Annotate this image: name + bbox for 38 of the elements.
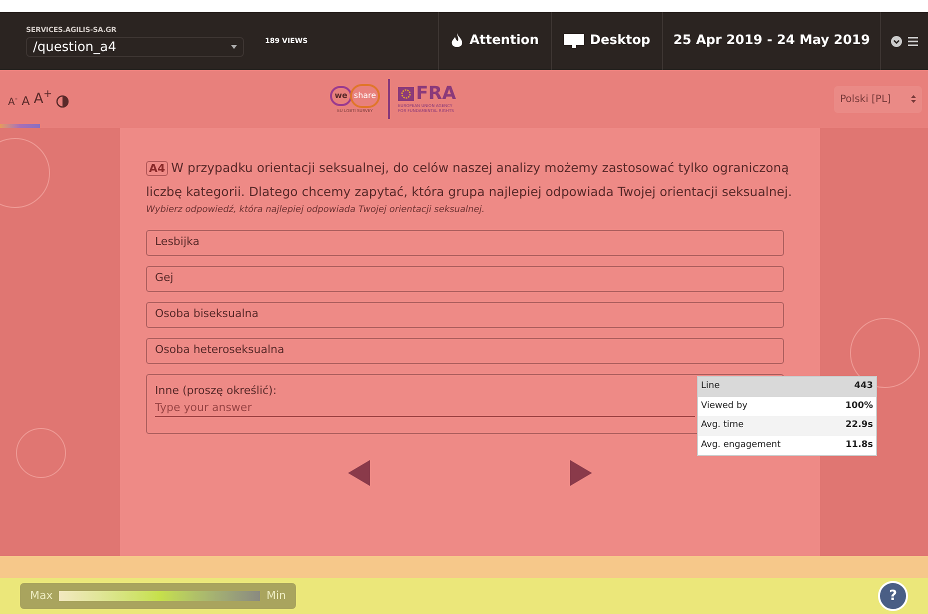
menu-icon[interactable] <box>908 36 918 46</box>
stat-value: 22.9s <box>845 419 873 432</box>
stat-label: Line <box>701 380 720 393</box>
logo-we: we <box>330 86 352 106</box>
eu-flag-icon <box>398 87 414 101</box>
stat-label: Viewed by <box>701 400 748 412</box>
answer-option[interactable]: Osoba heteroseksualna <box>146 338 784 364</box>
question-hint: Wybierz odpowiedź, która najlepiej odpowiada Twojej orientacji seksualnej. <box>146 204 486 217</box>
caret-icon <box>231 45 237 50</box>
legend-max-label: Max <box>30 588 53 604</box>
chevron-down-icon[interactable] <box>891 36 902 46</box>
answer-option[interactable]: Gej <box>146 266 784 292</box>
stat-label: Avg. time <box>701 419 744 432</box>
sort-icon <box>911 95 916 103</box>
previous-arrow-icon[interactable] <box>348 460 370 486</box>
logo-share: share <box>350 84 380 108</box>
language-select[interactable]: Polski [PL] <box>834 86 922 112</box>
stat-value: 100% <box>845 400 873 412</box>
stat-label: Avg. engagement <box>701 438 781 452</box>
progress-stripe <box>0 124 40 128</box>
fra-logo-text: FRA <box>416 85 456 103</box>
question-text: A4 W przypadku orientacji seksualnej, do celów naszej analizy możemy zastosować tylko ograniczoną liczbę kategorii. Dlatego chcemy zapytać, która grupa najlepiej odpowiada Twojej orientacji seksualnej. <box>146 159 793 201</box>
answer-input[interactable]: Type your answer <box>155 399 695 417</box>
font-size-button[interactable]: A$^{+}$ <box>34 88 52 110</box>
help-button[interactable]: ? <box>878 581 908 611</box>
contrast-icon[interactable] <box>56 94 70 108</box>
answer-option[interactable]: Lesbijka <box>146 230 784 256</box>
stat-value: 443 <box>854 380 873 393</box>
flame-icon <box>451 33 464 49</box>
stat-value: 11.8s <box>845 438 873 452</box>
answer-option[interactable]: Osoba biseksualna <box>146 302 784 328</box>
legend-min-label: Min <box>266 588 286 604</box>
font-size-button[interactable]: A <box>22 92 30 110</box>
option-label: Inne (proszę określić): <box>155 382 277 398</box>
page-select[interactable]: /question_a4 <box>26 37 244 58</box>
font-size-button[interactable]: A$^{-}$ <box>8 94 18 110</box>
next-arrow-icon[interactable] <box>570 460 592 486</box>
monitor-icon <box>564 34 584 48</box>
